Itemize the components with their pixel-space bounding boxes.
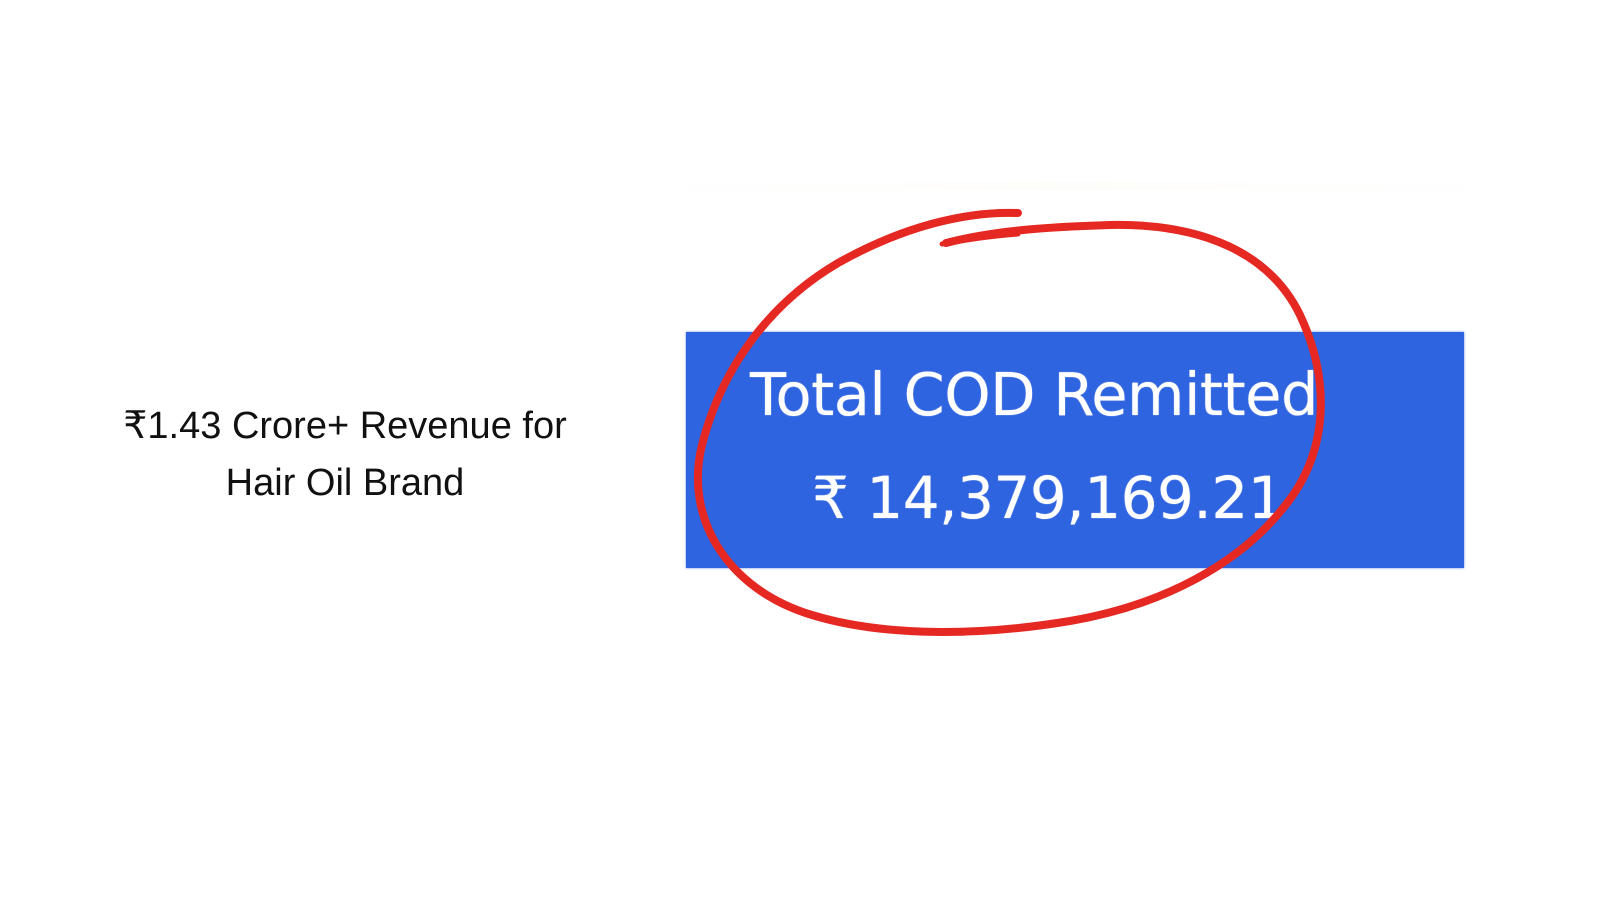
screenshot-top-edge — [686, 182, 1466, 190]
revenue-headline-line-2: Hair Oil Brand — [225, 462, 465, 504]
revenue-headline: ₹1.43 Crore+ Revenue for Hair Oil Brand — [70, 398, 620, 512]
total-cod-label: Total COD Remitted — [750, 360, 1318, 429]
total-cod-card: Total COD Remitted ₹ 14,379,169.21 — [686, 332, 1464, 568]
cod-screenshot: Total COD Remitted ₹ 14,379,169.21 — [686, 182, 1466, 602]
revenue-headline-line-1: ₹1.43 Crore+ Revenue for — [123, 405, 567, 447]
page: ₹1.43 Crore+ Revenue for Hair Oil Brand … — [0, 0, 1600, 900]
total-cod-amount: ₹ 14,379,169.21 — [812, 464, 1285, 532]
